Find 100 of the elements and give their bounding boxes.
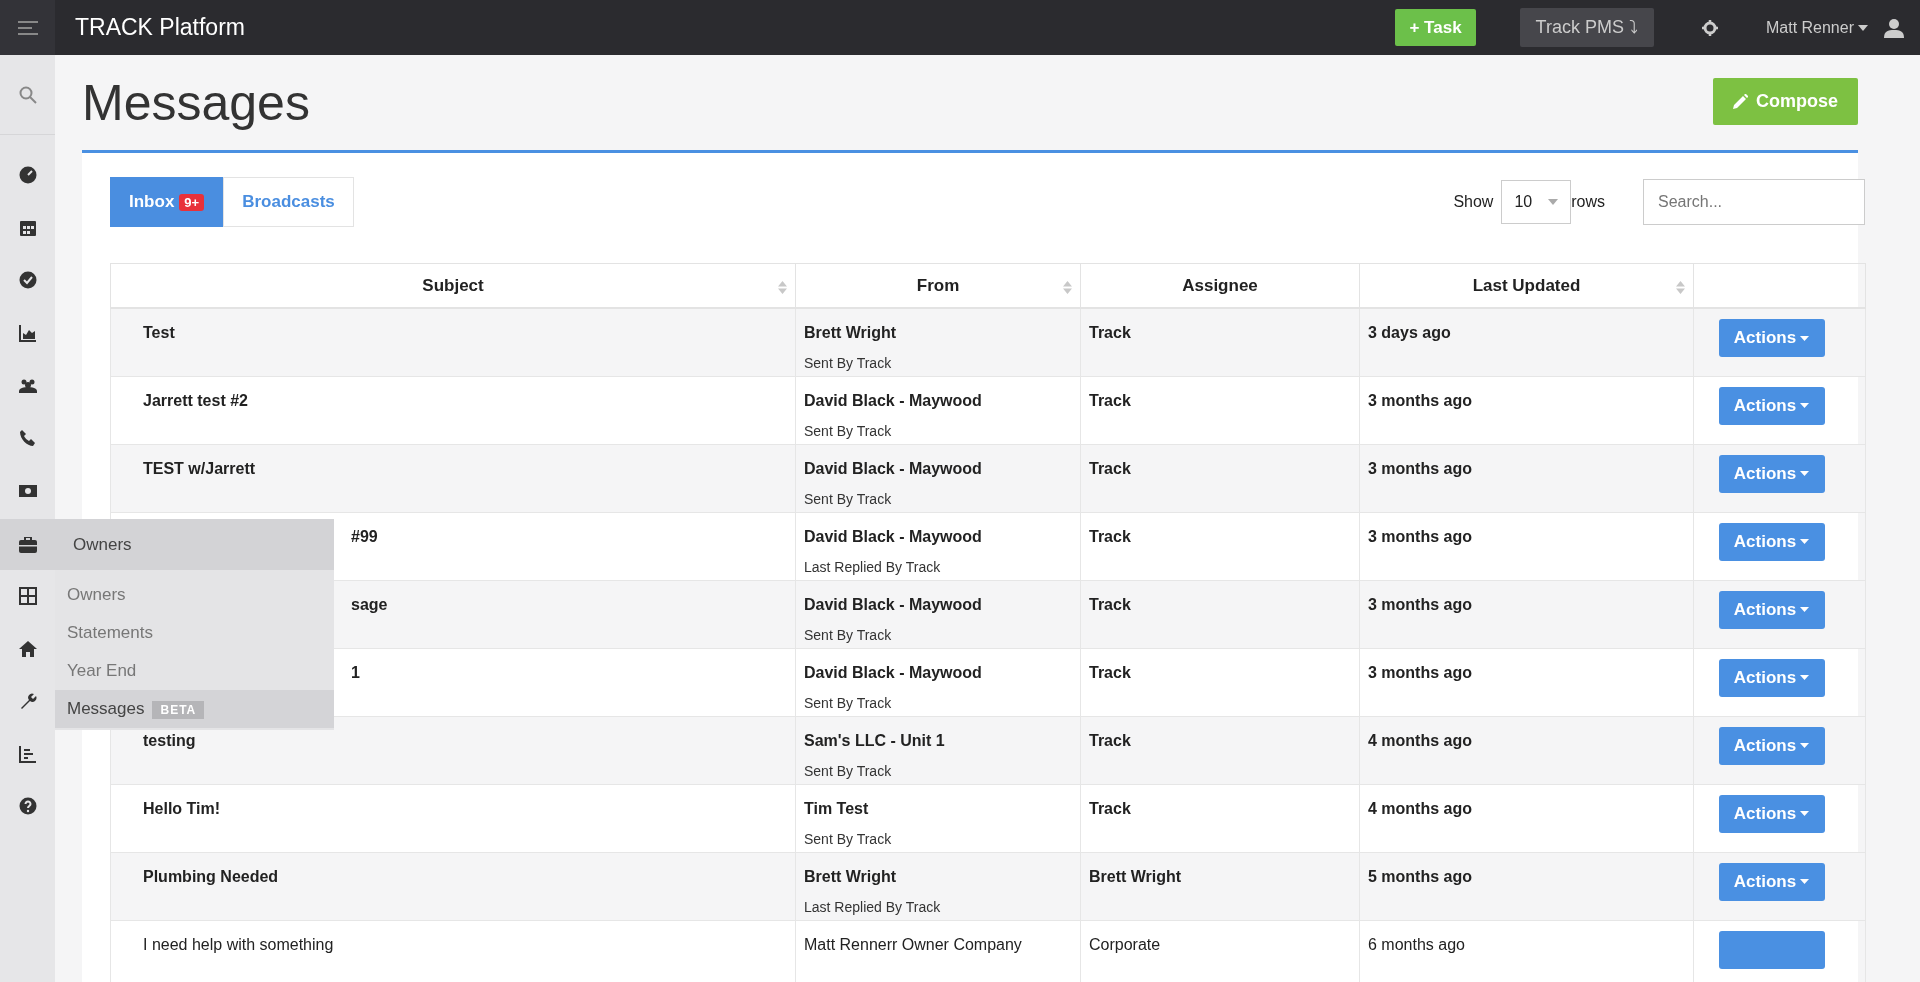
sender-name: Sam's LLC - Unit 1 <box>804 731 945 749</box>
show-label: Show <box>1453 191 1494 212</box>
add-task-button[interactable]: + Task <box>1395 8 1476 47</box>
sender-name: David Black - Maywood <box>804 663 982 681</box>
caret-icon <box>1548 198 1559 205</box>
sent-by-note: Sent By Track <box>804 489 893 509</box>
page-title: Messages <box>82 78 310 128</box>
updated-text: 3 months ago <box>1368 391 1472 409</box>
menu-item[interactable]: Messages BETA <box>55 690 334 728</box>
subject-text: sage <box>351 595 388 613</box>
subject-text: I need help with something <box>143 935 334 953</box>
menu-icon[interactable] <box>17 20 38 35</box>
phone-icon[interactable] <box>18 429 37 448</box>
assignee-text: Track <box>1089 459 1131 477</box>
grid-icon[interactable] <box>18 587 37 606</box>
sent-by-note: Sent By Track <box>804 829 893 849</box>
rows-select[interactable]: 10 <box>1501 179 1572 224</box>
sender-name: Matt Rennerr Owner Company <box>804 935 1022 953</box>
actions-button[interactable]: Actions <box>1718 726 1825 765</box>
updated-text: 6 months ago <box>1368 935 1465 953</box>
menu-item[interactable]: Owners <box>55 576 334 614</box>
subject-text: Jarrett test #2 <box>143 391 248 409</box>
sender-name: Brett Wright <box>804 324 897 341</box>
assignee-text: Brett Wright <box>1089 867 1182 885</box>
sender-name: David Black - Maywood <box>804 459 982 477</box>
subject-text: Hello Tim! <box>143 799 221 817</box>
sender-name: David Black - Maywood <box>804 527 982 545</box>
track-pms-button[interactable]: Track PMS ⤵ <box>1519 8 1654 47</box>
assignee-text: Track <box>1089 731 1131 749</box>
count-badge: 9+ <box>179 194 205 211</box>
subject-text: Test <box>143 324 175 341</box>
caret-icon <box>1800 471 1810 476</box>
menu-icon-button[interactable] <box>0 0 55 55</box>
sent-by-note: Sent By Track <box>804 421 893 441</box>
help-icon[interactable] <box>18 797 37 816</box>
column-header: Last Updated <box>1472 275 1581 295</box>
sender-name: David Black - Maywood <box>804 595 982 613</box>
pencil-icon <box>1733 94 1748 109</box>
user-icon[interactable] <box>1884 17 1904 38</box>
caret-icon <box>1858 24 1868 31</box>
actions-button[interactable]: Actions <box>1718 386 1825 425</box>
menu-item[interactable]: Year End <box>55 652 334 690</box>
actions-button[interactable]: Actions <box>1718 862 1825 901</box>
bar-chart-icon[interactable] <box>18 744 37 763</box>
caret-icon <box>1800 675 1810 680</box>
beta-badge: BETA <box>152 701 205 720</box>
home-icon[interactable] <box>18 639 37 658</box>
caret-icon <box>1800 879 1810 884</box>
assignee-text: Corporate <box>1089 935 1161 953</box>
menu-item[interactable]: Statements <box>55 614 334 652</box>
updated-text: 5 months ago <box>1368 867 1472 885</box>
search-icon[interactable] <box>18 85 37 104</box>
search-field[interactable]: Search... <box>1643 178 1865 225</box>
sent-by-note: Sent By Track <box>804 625 893 645</box>
caret-icon <box>1800 335 1810 341</box>
actions-button[interactable]: Actions <box>1718 319 1825 357</box>
menu-item-label: Messages <box>67 699 145 719</box>
assignee-text: Track <box>1089 663 1131 681</box>
actions-button[interactable]: Actions <box>1718 454 1825 493</box>
assignee-text: Track <box>1089 527 1131 545</box>
sent-by-note: Sent By Track <box>804 761 893 781</box>
updated-text: 4 months ago <box>1368 731 1472 749</box>
assignee-text: Track <box>1089 595 1131 613</box>
assignee-text: Track <box>1089 324 1131 341</box>
updated-text: 3 months ago <box>1368 527 1472 545</box>
user-menu[interactable]: Matt Renner <box>1765 15 1868 40</box>
tab-label: Inbox <box>129 192 175 211</box>
gauge-icon[interactable] <box>18 166 37 185</box>
caret-icon <box>1800 743 1810 748</box>
caret-icon <box>1800 403 1810 408</box>
area-chart-icon[interactable] <box>18 324 37 343</box>
sender-name: Tim Test <box>804 799 869 817</box>
caret-icon <box>1800 607 1810 612</box>
column-header: Subject <box>422 275 484 295</box>
subject-text: TEST w/Jarrett <box>143 459 256 477</box>
settings-icon[interactable] <box>1701 19 1718 36</box>
sent-by-note: Last Replied By Track <box>804 897 942 917</box>
app-title: TRACK Platform <box>75 13 245 43</box>
caret-icon <box>1800 811 1810 816</box>
actions-button[interactable]: Actions <box>1718 794 1825 833</box>
check-circle-icon[interactable] <box>18 271 37 290</box>
sender-name: Brett Wright <box>804 867 897 885</box>
actions-button[interactable] <box>1718 930 1825 969</box>
tab[interactable]: Inbox 9+ <box>110 177 224 227</box>
subject-text: 1 <box>351 663 360 681</box>
caret-icon <box>1800 539 1810 544</box>
tab[interactable]: Broadcasts <box>223 177 354 227</box>
updated-text: 4 months ago <box>1368 799 1472 817</box>
subject-text: #99 <box>351 527 378 545</box>
actions-button[interactable]: Actions <box>1718 590 1825 629</box>
assignee-text: Track <box>1089 799 1131 817</box>
actions-button[interactable]: Actions <box>1718 522 1825 561</box>
actions-button[interactable]: Actions <box>1718 658 1825 697</box>
compose-button[interactable]: Compose <box>1713 78 1858 125</box>
rows-label: rows <box>1571 191 1605 212</box>
briefcase-icon[interactable] <box>18 536 37 553</box>
calendar-icon[interactable] <box>18 218 37 237</box>
assignee-text: Track <box>1089 391 1131 409</box>
updated-text: 3 months ago <box>1368 459 1472 477</box>
column-header: From <box>916 275 960 295</box>
